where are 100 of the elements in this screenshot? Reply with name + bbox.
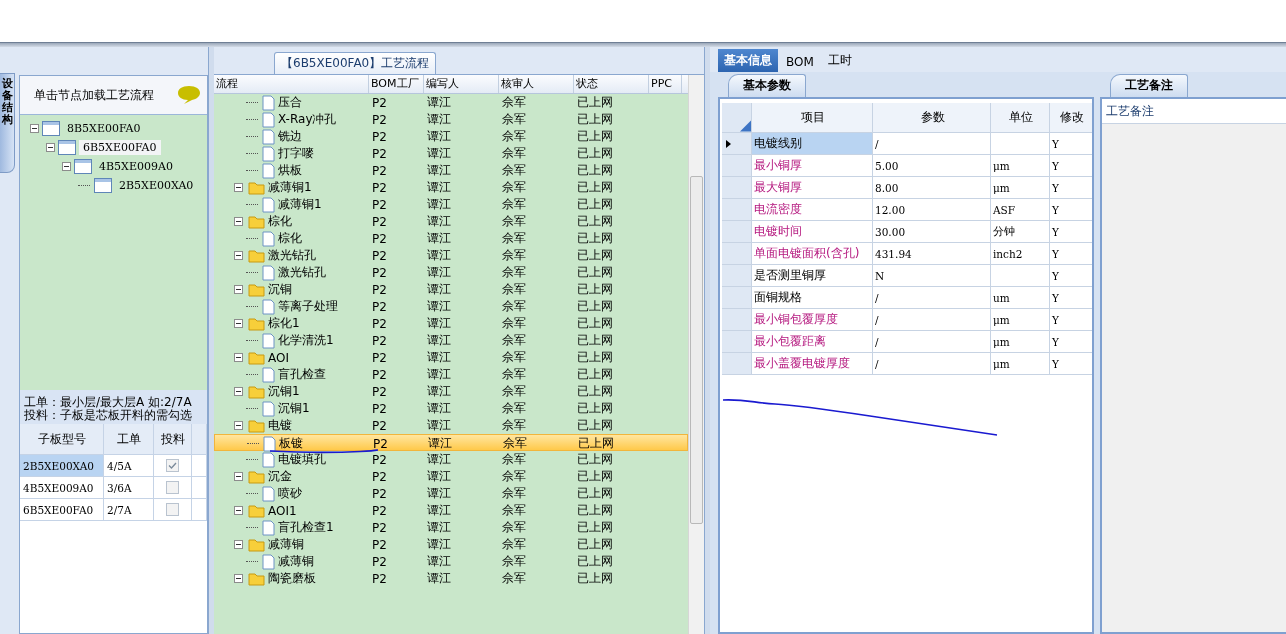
table-cell-text: 佘军 xyxy=(501,400,527,417)
scrollbar[interactable] xyxy=(688,75,704,634)
tab[interactable]: 基本信息 xyxy=(718,49,778,72)
table-cell-text: 已上网 xyxy=(576,366,614,383)
tree-row[interactable]: 打字嘜 P2 谭江 佘军 已上网 xyxy=(214,145,688,162)
collapse-icon[interactable] xyxy=(234,506,243,515)
selected-row[interactable]: 板镀 P2 谭江 佘军 已上网 xyxy=(214,434,688,451)
collapse-icon[interactable] xyxy=(234,574,243,583)
tree-row[interactable]: 沉金 P2 谭江 佘军 已上网 xyxy=(214,468,688,485)
param-name[interactable]: 最小铜包覆厚度 xyxy=(752,309,873,331)
tree-node[interactable]: 6B5XE00FA0 xyxy=(79,140,161,155)
collapse-icon[interactable] xyxy=(234,319,243,328)
tree-row[interactable]: X-Ray冲孔 P2 谭江 佘军 已上网 xyxy=(214,111,688,128)
param-name[interactable]: 单面电镀面积(含孔) xyxy=(752,243,873,265)
window-icon xyxy=(74,159,92,174)
folder-icon xyxy=(248,248,265,263)
param-name[interactable]: 电流密度 xyxy=(752,199,873,221)
checkbox[interactable] xyxy=(166,503,179,516)
table-cell: μm xyxy=(991,309,1050,331)
document-icon xyxy=(262,230,275,247)
collapse-icon[interactable] xyxy=(234,472,243,481)
param-name[interactable]: 电镀线别 xyxy=(752,133,873,155)
collapse-icon[interactable] xyxy=(234,387,243,396)
tree-row[interactable]: 减薄铜1 P2 谭江 佘军 已上网 xyxy=(214,179,688,196)
collapse-icon[interactable] xyxy=(62,162,71,171)
tree-row[interactable]: 棕化1 P2 谭江 佘军 已上网 xyxy=(214,315,688,332)
tree-row[interactable]: 棕化 P2 谭江 佘军 已上网 xyxy=(214,213,688,230)
param-name[interactable]: 最小盖覆电镀厚度 xyxy=(752,353,873,375)
collapse-icon[interactable] xyxy=(234,353,243,362)
table-cell-text: 谭江 xyxy=(426,196,452,213)
table-cell-text: 已上网 xyxy=(576,230,614,247)
checkbox[interactable] xyxy=(166,481,179,494)
table-cell: 3/6A xyxy=(104,477,154,499)
tree-row[interactable]: 烘板 P2 谭江 佘军 已上网 xyxy=(214,162,688,179)
tree-row[interactable]: 等离子处理 P2 谭江 佘军 已上网 xyxy=(214,298,688,315)
table-cell-text: 佘军 xyxy=(501,162,527,179)
collapse-icon[interactable] xyxy=(234,421,243,430)
table-cell-text: 佘军 xyxy=(501,485,527,502)
step-name: 电镀填孔 xyxy=(278,451,326,468)
table-cell-text: 佘军 xyxy=(502,435,528,452)
tree-row[interactable]: AOI P2 谭江 佘军 已上网 xyxy=(214,349,688,366)
panel-tab[interactable]: 【6B5XE00FA0】工艺流程 xyxy=(274,52,437,74)
param-name[interactable]: 电镀时间 xyxy=(752,221,873,243)
tree-row[interactable]: 沉铜1 P2 谭江 佘军 已上网 xyxy=(214,383,688,400)
tree-row[interactable]: 陶瓷磨板 P2 谭江 佘军 已上网 xyxy=(214,570,688,587)
tree-row[interactable]: 电镀填孔 P2 谭江 佘军 已上网 xyxy=(214,451,688,468)
tree-row[interactable]: AOI1 P2 谭江 佘军 已上网 xyxy=(214,502,688,519)
tree-node[interactable]: 4B5XE009A0 xyxy=(95,159,177,174)
table-cell-text: 谭江 xyxy=(426,400,452,417)
step-name: 压合 xyxy=(278,94,302,111)
tree-row[interactable]: 棕化 P2 谭江 佘军 已上网 xyxy=(214,230,688,247)
param-name[interactable]: 最大铜厚 xyxy=(752,177,873,199)
table-cell-text: 已上网 xyxy=(576,179,614,196)
tree-row[interactable]: 激光钻孔 P2 谭江 佘军 已上网 xyxy=(214,264,688,281)
collapse-icon[interactable] xyxy=(234,217,243,226)
panel-tab[interactable]: 工艺备注 xyxy=(1110,74,1188,97)
table-cell-text: 佘军 xyxy=(501,519,527,536)
collapse-icon[interactable] xyxy=(30,124,39,133)
tree-row[interactable]: 喷砂 P2 谭江 佘军 已上网 xyxy=(214,485,688,502)
collapse-icon[interactable] xyxy=(234,540,243,549)
step-name: 打字嘜 xyxy=(278,145,314,162)
column-header: 项目 xyxy=(752,103,873,133)
param-name[interactable]: 最小包覆距离 xyxy=(752,331,873,353)
table-cell-text: 佘军 xyxy=(501,230,527,247)
tree-row[interactable]: 电镀 P2 谭江 佘军 已上网 xyxy=(214,417,688,434)
tree-row[interactable]: 激光钻孔 P2 谭江 佘军 已上网 xyxy=(214,247,688,264)
tree-row[interactable]: 铣边 P2 谭江 佘军 已上网 xyxy=(214,128,688,145)
tree-row[interactable]: 沉铜 P2 谭江 佘军 已上网 xyxy=(214,281,688,298)
table-cell[interactable]: 2B5XE00XA0 xyxy=(20,455,104,477)
tree-row[interactable]: 减薄铜1 P2 谭江 佘军 已上网 xyxy=(214,196,688,213)
step-name: 棕化1 xyxy=(268,315,300,332)
tab[interactable]: BOM xyxy=(780,52,820,72)
table-cell[interactable]: 6B5XE00FA0 xyxy=(20,499,104,521)
tree-row[interactable]: 化学清洗1 P2 谭江 佘军 已上网 xyxy=(214,332,688,349)
tree-row[interactable]: 沉铜1 P2 谭江 佘军 已上网 xyxy=(214,400,688,417)
collapse-icon[interactable] xyxy=(46,143,55,152)
collapse-icon[interactable] xyxy=(234,251,243,260)
tree-row[interactable]: 盲孔检查1 P2 谭江 佘军 已上网 xyxy=(214,519,688,536)
table-cell[interactable]: 4B5XE009A0 xyxy=(20,477,104,499)
tree-row[interactable]: 盲孔检查 P2 谭江 佘军 已上网 xyxy=(214,366,688,383)
param-name[interactable]: 面铜规格 xyxy=(752,287,873,309)
table-cell-text: 已上网 xyxy=(576,468,614,485)
row-header[interactable] xyxy=(722,133,752,155)
tree-node[interactable]: 2B5XE00XA0 xyxy=(115,178,198,193)
tree-row[interactable]: 减薄铜 P2 谭江 佘军 已上网 xyxy=(214,536,688,553)
table-cell-text: 谭江 xyxy=(426,502,452,519)
tree-row[interactable]: 减薄铜 P2 谭江 佘军 已上网 xyxy=(214,553,688,570)
corner-cell[interactable] xyxy=(722,103,752,133)
param-name[interactable]: 最小铜厚 xyxy=(752,155,873,177)
side-tab[interactable]: 设备结构 xyxy=(0,73,15,173)
document-icon xyxy=(262,111,275,128)
tree-row[interactable]: 压合 P2 谭江 佘军 已上网 xyxy=(214,94,688,111)
table-cell: / xyxy=(873,309,991,331)
tree-node[interactable]: 8B5XE00FA0 xyxy=(63,121,145,136)
collapse-icon[interactable] xyxy=(234,183,243,192)
tab[interactable]: 工时 xyxy=(821,49,858,72)
collapse-icon[interactable] xyxy=(234,285,243,294)
panel-tab[interactable]: 基本参数 xyxy=(728,74,806,97)
checkbox[interactable] xyxy=(166,459,179,472)
param-name[interactable]: 是否测里铜厚 xyxy=(752,265,873,287)
